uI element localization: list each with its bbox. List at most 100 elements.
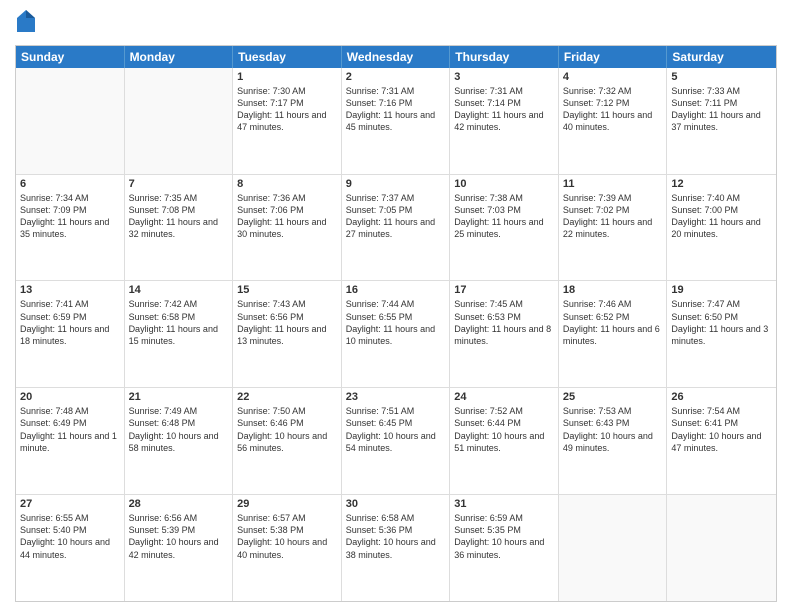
day-number: 13 [20, 284, 120, 296]
calendar-day-14: 14 Sunrise: 7:42 AM Sunset: 6:58 PM Dayli… [125, 281, 234, 387]
day-number: 23 [346, 391, 446, 403]
calendar-week-4: 20Sunrise: 7:48 AM Sunset: 6:49 PM Dayli… [16, 388, 776, 495]
day-info: Sunrise: 7:53 AM Sunset: 6:43 PM Dayligh… [563, 405, 663, 454]
calendar-day-27: 27 Sunrise: 6:55 AM Sunset: 5:40 PM Dayli… [16, 495, 125, 601]
calendar-day-30: 30Sunrise: 6:58 AM Sunset: 5:36 PM Dayli… [342, 495, 451, 601]
day-number: 31 [454, 498, 554, 510]
day-number: 27 [20, 498, 120, 510]
calendar-day-1: 1 Sunrise: 7:30 AM Sunset: 7:17 PM Daylig… [233, 68, 342, 174]
calendar-empty-cell [559, 495, 668, 601]
calendar-day-21: 21 Sunrise: 7:49 AM Sunset: 6:48 PM Dayli… [125, 388, 234, 494]
calendar-day-20: 20Sunrise: 7:48 AM Sunset: 6:49 PM Dayli… [16, 388, 125, 494]
day-info: Sunrise: 6:55 AM Sunset: 5:40 PM Dayligh… [20, 512, 120, 561]
day-info: Sunrise: 7:36 AM Sunset: 7:06 PM Dayligh… [237, 192, 337, 241]
day-number: 28 [129, 498, 229, 510]
day-info: Sunrise: 7:35 AM Sunset: 7:08 PM Dayligh… [129, 192, 229, 241]
calendar-day-22: 22 Sunrise: 7:50 AM Sunset: 6:46 PM Dayli… [233, 388, 342, 494]
calendar-day-2: 2 Sunrise: 7:31 AM Sunset: 7:16 PM Daylig… [342, 68, 451, 174]
day-number: 21 [129, 391, 229, 403]
day-info: Sunrise: 7:50 AM Sunset: 6:46 PM Dayligh… [237, 405, 337, 454]
day-info: Sunrise: 7:33 AM Sunset: 7:11 PM Dayligh… [671, 85, 772, 134]
calendar-day-12: 12Sunrise: 7:40 AM Sunset: 7:00 PM Dayli… [667, 175, 776, 281]
calendar-day-3: 3Sunrise: 7:31 AM Sunset: 7:14 PM Daylig… [450, 68, 559, 174]
calendar-day-25: 25Sunrise: 7:53 AM Sunset: 6:43 PM Dayli… [559, 388, 668, 494]
day-number: 2 [346, 71, 446, 83]
day-number: 22 [237, 391, 337, 403]
calendar-empty-cell [667, 495, 776, 601]
day-info: Sunrise: 6:59 AM Sunset: 5:35 PM Dayligh… [454, 512, 554, 561]
day-info: Sunrise: 7:46 AM Sunset: 6:52 PM Dayligh… [563, 298, 663, 347]
calendar-day-19: 19 Sunrise: 7:47 AM Sunset: 6:50 PM Dayli… [667, 281, 776, 387]
day-info: Sunrise: 7:52 AM Sunset: 6:44 PM Dayligh… [454, 405, 554, 454]
calendar-empty-cell [16, 68, 125, 174]
day-info: Sunrise: 7:42 AM Sunset: 6:58 PM Dayligh… [129, 298, 229, 347]
day-number: 19 [671, 284, 772, 296]
day-number: 26 [671, 391, 772, 403]
weekday-header-saturday: Saturday [667, 46, 776, 68]
day-info: Sunrise: 7:39 AM Sunset: 7:02 PM Dayligh… [563, 192, 663, 241]
calendar-week-3: 13Sunrise: 7:41 AM Sunset: 6:59 PM Dayli… [16, 281, 776, 388]
day-number: 10 [454, 178, 554, 190]
calendar-day-11: 11 Sunrise: 7:39 AM Sunset: 7:02 PM Dayli… [559, 175, 668, 281]
day-number: 12 [671, 178, 772, 190]
calendar-day-5: 5 Sunrise: 7:33 AM Sunset: 7:11 PM Daylig… [667, 68, 776, 174]
calendar-day-24: 24 Sunrise: 7:52 AM Sunset: 6:44 PM Dayli… [450, 388, 559, 494]
calendar-day-29: 29 Sunrise: 6:57 AM Sunset: 5:38 PM Dayli… [233, 495, 342, 601]
calendar-day-9: 9 Sunrise: 7:37 AM Sunset: 7:05 PM Daylig… [342, 175, 451, 281]
day-info: Sunrise: 7:44 AM Sunset: 6:55 PM Dayligh… [346, 298, 446, 347]
calendar-empty-cell [125, 68, 234, 174]
day-info: Sunrise: 7:49 AM Sunset: 6:48 PM Dayligh… [129, 405, 229, 454]
day-info: Sunrise: 7:37 AM Sunset: 7:05 PM Dayligh… [346, 192, 446, 241]
logo [15, 10, 35, 37]
day-number: 15 [237, 284, 337, 296]
logo-icon [17, 10, 35, 32]
calendar-day-31: 31 Sunrise: 6:59 AM Sunset: 5:35 PM Dayli… [450, 495, 559, 601]
day-number: 29 [237, 498, 337, 510]
weekday-header-thursday: Thursday [450, 46, 559, 68]
day-info: Sunrise: 6:56 AM Sunset: 5:39 PM Dayligh… [129, 512, 229, 561]
calendar-day-10: 10 Sunrise: 7:38 AM Sunset: 7:03 PM Dayli… [450, 175, 559, 281]
calendar-day-6: 6Sunrise: 7:34 AM Sunset: 7:09 PM Daylig… [16, 175, 125, 281]
weekday-header-friday: Friday [559, 46, 668, 68]
day-info: Sunrise: 7:54 AM Sunset: 6:41 PM Dayligh… [671, 405, 772, 454]
day-number: 9 [346, 178, 446, 190]
day-info: Sunrise: 7:31 AM Sunset: 7:16 PM Dayligh… [346, 85, 446, 134]
calendar-day-15: 15 Sunrise: 7:43 AM Sunset: 6:56 PM Dayli… [233, 281, 342, 387]
day-info: Sunrise: 7:47 AM Sunset: 6:50 PM Dayligh… [671, 298, 772, 347]
calendar-day-26: 26 Sunrise: 7:54 AM Sunset: 6:41 PM Dayli… [667, 388, 776, 494]
calendar: SundayMondayTuesdayWednesdayThursdayFrid… [15, 45, 777, 602]
calendar-day-17: 17Sunrise: 7:45 AM Sunset: 6:53 PM Dayli… [450, 281, 559, 387]
day-info: Sunrise: 7:45 AM Sunset: 6:53 PM Dayligh… [454, 298, 554, 347]
day-number: 8 [237, 178, 337, 190]
calendar-header: SundayMondayTuesdayWednesdayThursdayFrid… [16, 46, 776, 68]
calendar-week-1: 1 Sunrise: 7:30 AM Sunset: 7:17 PM Daylig… [16, 68, 776, 175]
calendar-day-18: 18 Sunrise: 7:46 AM Sunset: 6:52 PM Dayli… [559, 281, 668, 387]
day-number: 24 [454, 391, 554, 403]
day-number: 3 [454, 71, 554, 83]
day-number: 16 [346, 284, 446, 296]
day-number: 11 [563, 178, 663, 190]
weekday-header-monday: Monday [125, 46, 234, 68]
calendar-day-7: 7 Sunrise: 7:35 AM Sunset: 7:08 PM Daylig… [125, 175, 234, 281]
day-info: Sunrise: 7:48 AM Sunset: 6:49 PM Dayligh… [20, 405, 120, 454]
day-number: 18 [563, 284, 663, 296]
day-number: 6 [20, 178, 120, 190]
page: SundayMondayTuesdayWednesdayThursdayFrid… [0, 0, 792, 612]
day-info: Sunrise: 6:58 AM Sunset: 5:36 PM Dayligh… [346, 512, 446, 561]
day-number: 5 [671, 71, 772, 83]
calendar-week-2: 6Sunrise: 7:34 AM Sunset: 7:09 PM Daylig… [16, 175, 776, 282]
calendar-day-8: 8 Sunrise: 7:36 AM Sunset: 7:06 PM Daylig… [233, 175, 342, 281]
calendar-week-5: 27 Sunrise: 6:55 AM Sunset: 5:40 PM Dayli… [16, 495, 776, 601]
calendar-day-4: 4Sunrise: 7:32 AM Sunset: 7:12 PM Daylig… [559, 68, 668, 174]
day-info: Sunrise: 7:38 AM Sunset: 7:03 PM Dayligh… [454, 192, 554, 241]
day-info: Sunrise: 6:57 AM Sunset: 5:38 PM Dayligh… [237, 512, 337, 561]
day-info: Sunrise: 7:32 AM Sunset: 7:12 PM Dayligh… [563, 85, 663, 134]
day-info: Sunrise: 7:30 AM Sunset: 7:17 PM Dayligh… [237, 85, 337, 134]
day-number: 14 [129, 284, 229, 296]
weekday-header-tuesday: Tuesday [233, 46, 342, 68]
logo-text [15, 10, 35, 37]
calendar-body: 1 Sunrise: 7:30 AM Sunset: 7:17 PM Daylig… [16, 68, 776, 601]
day-info: Sunrise: 7:43 AM Sunset: 6:56 PM Dayligh… [237, 298, 337, 347]
day-number: 1 [237, 71, 337, 83]
day-number: 7 [129, 178, 229, 190]
